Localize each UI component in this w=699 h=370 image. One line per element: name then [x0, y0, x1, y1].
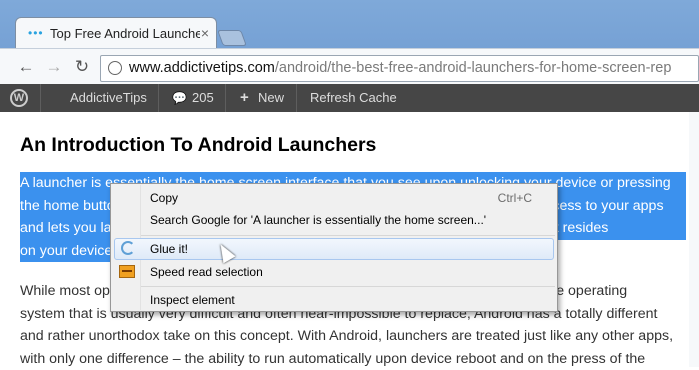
- menu-item-glue-it[interactable]: Glue it!: [114, 238, 554, 260]
- paragraph-line: and rather unorthodox take on this conce…: [20, 325, 686, 348]
- divider: [225, 84, 226, 112]
- browser-toolbar: ← → ↻ www.addictivetips.com/android/the-…: [0, 48, 699, 85]
- comments-count-link[interactable]: 205: [192, 84, 214, 112]
- menu-item-inspect-element[interactable]: Inspect element: [112, 289, 556, 311]
- globe-icon: [108, 61, 122, 75]
- new-tab-button[interactable]: [217, 30, 247, 46]
- favicon-icon: •••: [28, 26, 44, 40]
- tab-title: Top Free Android Launcher: [50, 26, 200, 41]
- url-host: www.addictivetips.com: [129, 60, 275, 76]
- divider: [158, 84, 159, 112]
- menu-item-label: Glue it!: [150, 242, 188, 256]
- menu-item-label: Inspect element: [150, 293, 235, 307]
- menu-item-search-google[interactable]: Search Google for 'A launcher is essenti…: [112, 209, 556, 231]
- menu-divider: [141, 235, 555, 236]
- menu-divider: [141, 286, 555, 287]
- speed-read-icon: [119, 265, 135, 278]
- browser-tab[interactable]: ••• Top Free Android Launcher ×: [15, 17, 217, 50]
- shortcut-label: Ctrl+C: [498, 191, 532, 205]
- menu-item-copy[interactable]: Copy Ctrl+C: [112, 187, 556, 209]
- close-tab-icon[interactable]: ×: [201, 25, 209, 41]
- divider: [296, 84, 297, 112]
- article-heading: An Introduction To Android Launchers: [20, 134, 376, 157]
- menu-item-speed-read[interactable]: Speed read selection: [112, 261, 556, 283]
- divider: [40, 84, 41, 112]
- browser-chrome: ••• Top Free Android Launcher × ← → ↻ ww…: [0, 0, 699, 84]
- address-bar[interactable]: www.addictivetips.com/android/the-best-f…: [100, 55, 699, 82]
- site-name-link[interactable]: AddictiveTips: [70, 84, 147, 112]
- menu-item-label: Speed read selection: [150, 265, 263, 279]
- wordpress-icon[interactable]: W: [10, 89, 28, 107]
- refresh-cache-link[interactable]: Refresh Cache: [310, 84, 397, 112]
- url-path: /android/the-best-free-android-launchers…: [275, 60, 672, 76]
- menu-item-label: Copy: [150, 191, 178, 205]
- url-text: www.addictivetips.com/android/the-best-f…: [129, 60, 671, 76]
- plus-icon: +: [240, 84, 249, 112]
- forward-arrow-icon[interactable]: →: [44, 58, 64, 78]
- context-menu: Copy Ctrl+C Search Google for 'A launche…: [110, 183, 558, 312]
- window-edge: [689, 112, 699, 367]
- glue-icon: [121, 241, 135, 255]
- reload-icon[interactable]: ↻: [72, 58, 92, 78]
- wp-admin-bar: W AddictiveTips 💬 205 + New Refresh Cach…: [0, 84, 699, 112]
- new-link[interactable]: New: [258, 84, 284, 112]
- back-arrow-icon[interactable]: ←: [16, 58, 36, 78]
- menu-item-label: Search Google for 'A launcher is essenti…: [150, 213, 486, 227]
- comment-icon: 💬: [172, 84, 187, 112]
- paragraph-line: on your device.: [20, 240, 124, 263]
